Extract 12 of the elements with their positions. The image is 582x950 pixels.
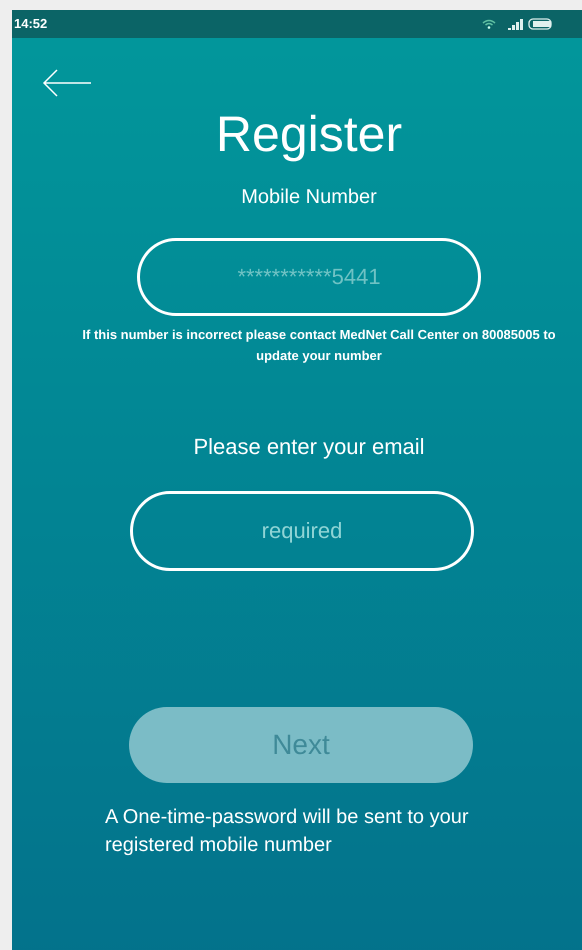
field-label: Please enter your email [193,433,425,461]
field-label: Mobile Number [241,185,377,210]
wifi-icon [482,19,496,29]
status-time: 14:52 [14,15,48,34]
help-text: If this number is incorrect please contact MedNet Call Center on 80085005 to update your number [81,326,557,365]
page-title: Register [216,105,402,164]
battery-icon [528,18,552,30]
email-field[interactable]: required [130,491,474,571]
signal-icon [508,18,524,30]
info-text: A One-time-password will be sent to your registered mobile number [105,805,470,858]
back-arrow-icon[interactable] [42,68,92,98]
mobile-number-field[interactable]: ***********5441 [137,238,481,316]
